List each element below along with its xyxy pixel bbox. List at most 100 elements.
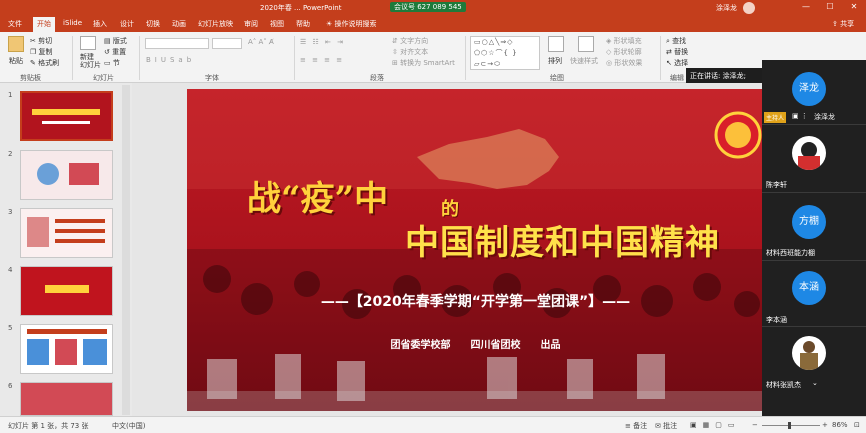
section-button[interactable]: ▭ 节 bbox=[104, 58, 120, 68]
outline-icon: ◇ bbox=[606, 48, 612, 56]
tab-home[interactable]: 开始 bbox=[33, 17, 55, 32]
effects-icon: ◎ bbox=[606, 59, 613, 67]
font-name-dropdown[interactable] bbox=[145, 38, 209, 49]
align-text-label: 对齐文本 bbox=[400, 48, 429, 56]
minimize-button[interactable]: — bbox=[800, 2, 812, 14]
zoom-level[interactable]: 86% bbox=[832, 421, 848, 429]
participant-avatar[interactable]: 本涵 bbox=[792, 271, 826, 305]
tab-help[interactable]: 帮助 bbox=[296, 19, 310, 29]
participant-avatar[interactable]: 方棚 bbox=[792, 205, 826, 239]
slide-thumbnail-4[interactable] bbox=[20, 266, 113, 316]
scissors-icon: ✂ bbox=[30, 37, 36, 45]
tab-design[interactable]: 设计 bbox=[120, 19, 134, 29]
zoom-out-button[interactable]: − bbox=[752, 421, 758, 429]
cut-button[interactable]: ✂ 剪切 bbox=[30, 36, 52, 46]
select-button[interactable]: ↖ 选择 bbox=[666, 58, 688, 68]
tab-review[interactable]: 审阅 bbox=[244, 19, 258, 29]
thumbnail-header bbox=[27, 329, 107, 334]
convert-smartart-label: 转换为 SmartArt bbox=[400, 59, 455, 67]
view-buttons[interactable]: ▣▦▢▭ bbox=[690, 421, 740, 429]
reset-button[interactable]: ↺ 重置 bbox=[104, 47, 126, 57]
tab-slideshow[interactable]: 幻灯片放映 bbox=[198, 19, 233, 29]
meeting-id-badge[interactable]: 会议号 627 089 545 bbox=[390, 2, 466, 12]
maximize-button[interactable]: ☐ bbox=[824, 2, 836, 14]
tell-me-search[interactable]: ☀ 操作说明搜索 bbox=[326, 19, 377, 29]
participant-divider bbox=[762, 260, 866, 261]
language-status[interactable]: 中文(中国) bbox=[112, 421, 145, 431]
paste-icon[interactable] bbox=[8, 36, 24, 52]
current-slide[interactable]: 战“疫”中 的 中国制度和中国精神 ——【2020年春季学期“开学第一堂团课”】… bbox=[187, 89, 764, 411]
align-buttons[interactable]: ≡ ≡ ≡ ≡ bbox=[300, 56, 344, 64]
shape-effects-button[interactable]: ◎ 形状效果 bbox=[606, 58, 642, 68]
notes-button[interactable]: ≡ 备注 bbox=[625, 421, 647, 431]
zoom-in-button[interactable]: + bbox=[822, 421, 828, 429]
font-size-buttons[interactable]: A˄ A˅ A̸ bbox=[248, 38, 274, 46]
find-button[interactable]: ⌕ 查找 bbox=[666, 36, 686, 46]
convert-smartart-button[interactable]: ⊞ 转换为 SmartArt bbox=[392, 58, 455, 68]
align-text-button[interactable]: ⇳ 对齐文本 bbox=[392, 47, 428, 57]
new-slide-icon[interactable] bbox=[80, 36, 96, 50]
zoom-slider-thumb[interactable] bbox=[788, 422, 791, 429]
tab-transitions[interactable]: 切换 bbox=[146, 19, 160, 29]
participant-avatar[interactable] bbox=[792, 336, 826, 370]
quick-styles-icon[interactable] bbox=[578, 36, 594, 52]
tab-animations[interactable]: 动画 bbox=[172, 19, 186, 29]
slide-thumbnail-1[interactable] bbox=[20, 91, 113, 141]
replace-button[interactable]: ⇄ 替换 bbox=[666, 47, 688, 57]
slide-thumbnail-2[interactable] bbox=[20, 150, 113, 200]
mic-icon[interactable]: ▣ ⋮ bbox=[792, 112, 808, 120]
zoom-slider[interactable] bbox=[762, 425, 820, 426]
thumbnail-block bbox=[83, 339, 107, 365]
arrange-icon[interactable] bbox=[548, 36, 564, 52]
shape-outline-button[interactable]: ◇ 形状轮廓 bbox=[606, 47, 642, 57]
slide-thumbnail-5[interactable] bbox=[20, 324, 113, 374]
speaking-banner: 正在讲话: 涂泽龙; bbox=[686, 68, 766, 83]
font-style-buttons[interactable]: BIUSab bbox=[146, 56, 195, 64]
share-button[interactable]: ⇪ 共享 bbox=[832, 19, 854, 29]
slide-thumbnail-pane: 1 2 3 4 5 6 bbox=[0, 83, 132, 416]
fit-slide-icon[interactable]: ⊡ bbox=[854, 421, 860, 429]
participant-avatar[interactable] bbox=[792, 136, 826, 170]
comments-button[interactable]: ✉ 批注 bbox=[655, 421, 677, 431]
shape-effects-label: 形状效果 bbox=[614, 59, 643, 67]
thumbnail-circle bbox=[37, 163, 59, 185]
slide-canvas: 战“疫”中 的 中国制度和中国精神 ——【2020年春季学期“开学第一堂团课”】… bbox=[132, 83, 764, 416]
shapes-gallery[interactable]: ▭○△╲⇒◇ ⬠⬡☆⌒{ } ▱⊂→⬭ bbox=[470, 36, 540, 70]
thumbnail-scrollbar[interactable] bbox=[122, 85, 130, 415]
slide-title-part1: 战“疫”中 bbox=[247, 179, 389, 219]
thumbnail-block bbox=[27, 339, 49, 365]
tab-islide[interactable]: iSlide bbox=[63, 19, 82, 27]
shape-fill-label: 形状填充 bbox=[613, 37, 642, 45]
close-button[interactable]: ✕ bbox=[848, 2, 860, 14]
participant-name: 李本涵 bbox=[766, 316, 787, 324]
paste-button[interactable]: 粘贴 bbox=[9, 56, 23, 66]
new-slide-button[interactable]: 新建 幻灯片 bbox=[80, 53, 101, 69]
ribbon-tabs: 文件 开始 iSlide 插入 设计 切换 动画 幻灯片放映 审阅 视图 帮助 … bbox=[0, 16, 866, 32]
copy-button[interactable]: ❐ 复制 bbox=[30, 47, 53, 57]
thumbnail-line bbox=[55, 229, 105, 233]
quick-styles-button[interactable]: 快速样式 bbox=[570, 56, 598, 66]
ribbon-separator bbox=[660, 36, 661, 80]
list-buttons[interactable]: ☰ ☷ ⇤ ⇥ bbox=[300, 38, 345, 46]
participant-name: 陈李轩 bbox=[766, 181, 787, 189]
format-painter-button[interactable]: ✎ 格式刷 bbox=[30, 58, 59, 68]
account-avatar[interactable] bbox=[743, 2, 755, 14]
thumbnail-block bbox=[55, 339, 77, 365]
arrange-button[interactable]: 排列 bbox=[548, 56, 562, 66]
chevron-down-icon[interactable]: ⌄ bbox=[812, 379, 818, 387]
slide-thumbnail-3[interactable] bbox=[20, 208, 113, 258]
shape-fill-button[interactable]: ◈ 形状填充 bbox=[606, 36, 642, 46]
tab-file[interactable]: 文件 bbox=[8, 19, 22, 29]
tab-insert[interactable]: 插入 bbox=[93, 19, 107, 29]
brush-icon: ✎ bbox=[30, 59, 36, 67]
account-name[interactable]: 涂泽龙 bbox=[716, 3, 737, 13]
layout-button[interactable]: ▤ 版式 bbox=[104, 36, 127, 46]
thumbnail-number: 2 bbox=[8, 150, 13, 158]
participant-avatar[interactable]: 泽龙 bbox=[792, 72, 826, 106]
lightbulb-icon: ☀ bbox=[326, 20, 335, 28]
cut-label: 剪切 bbox=[38, 37, 53, 45]
text-direction-button[interactable]: ⇵ 文字方向 bbox=[392, 36, 428, 46]
tab-view[interactable]: 视图 bbox=[270, 19, 284, 29]
font-size-dropdown[interactable] bbox=[212, 38, 242, 49]
slide-thumbnail-6[interactable] bbox=[20, 382, 113, 416]
